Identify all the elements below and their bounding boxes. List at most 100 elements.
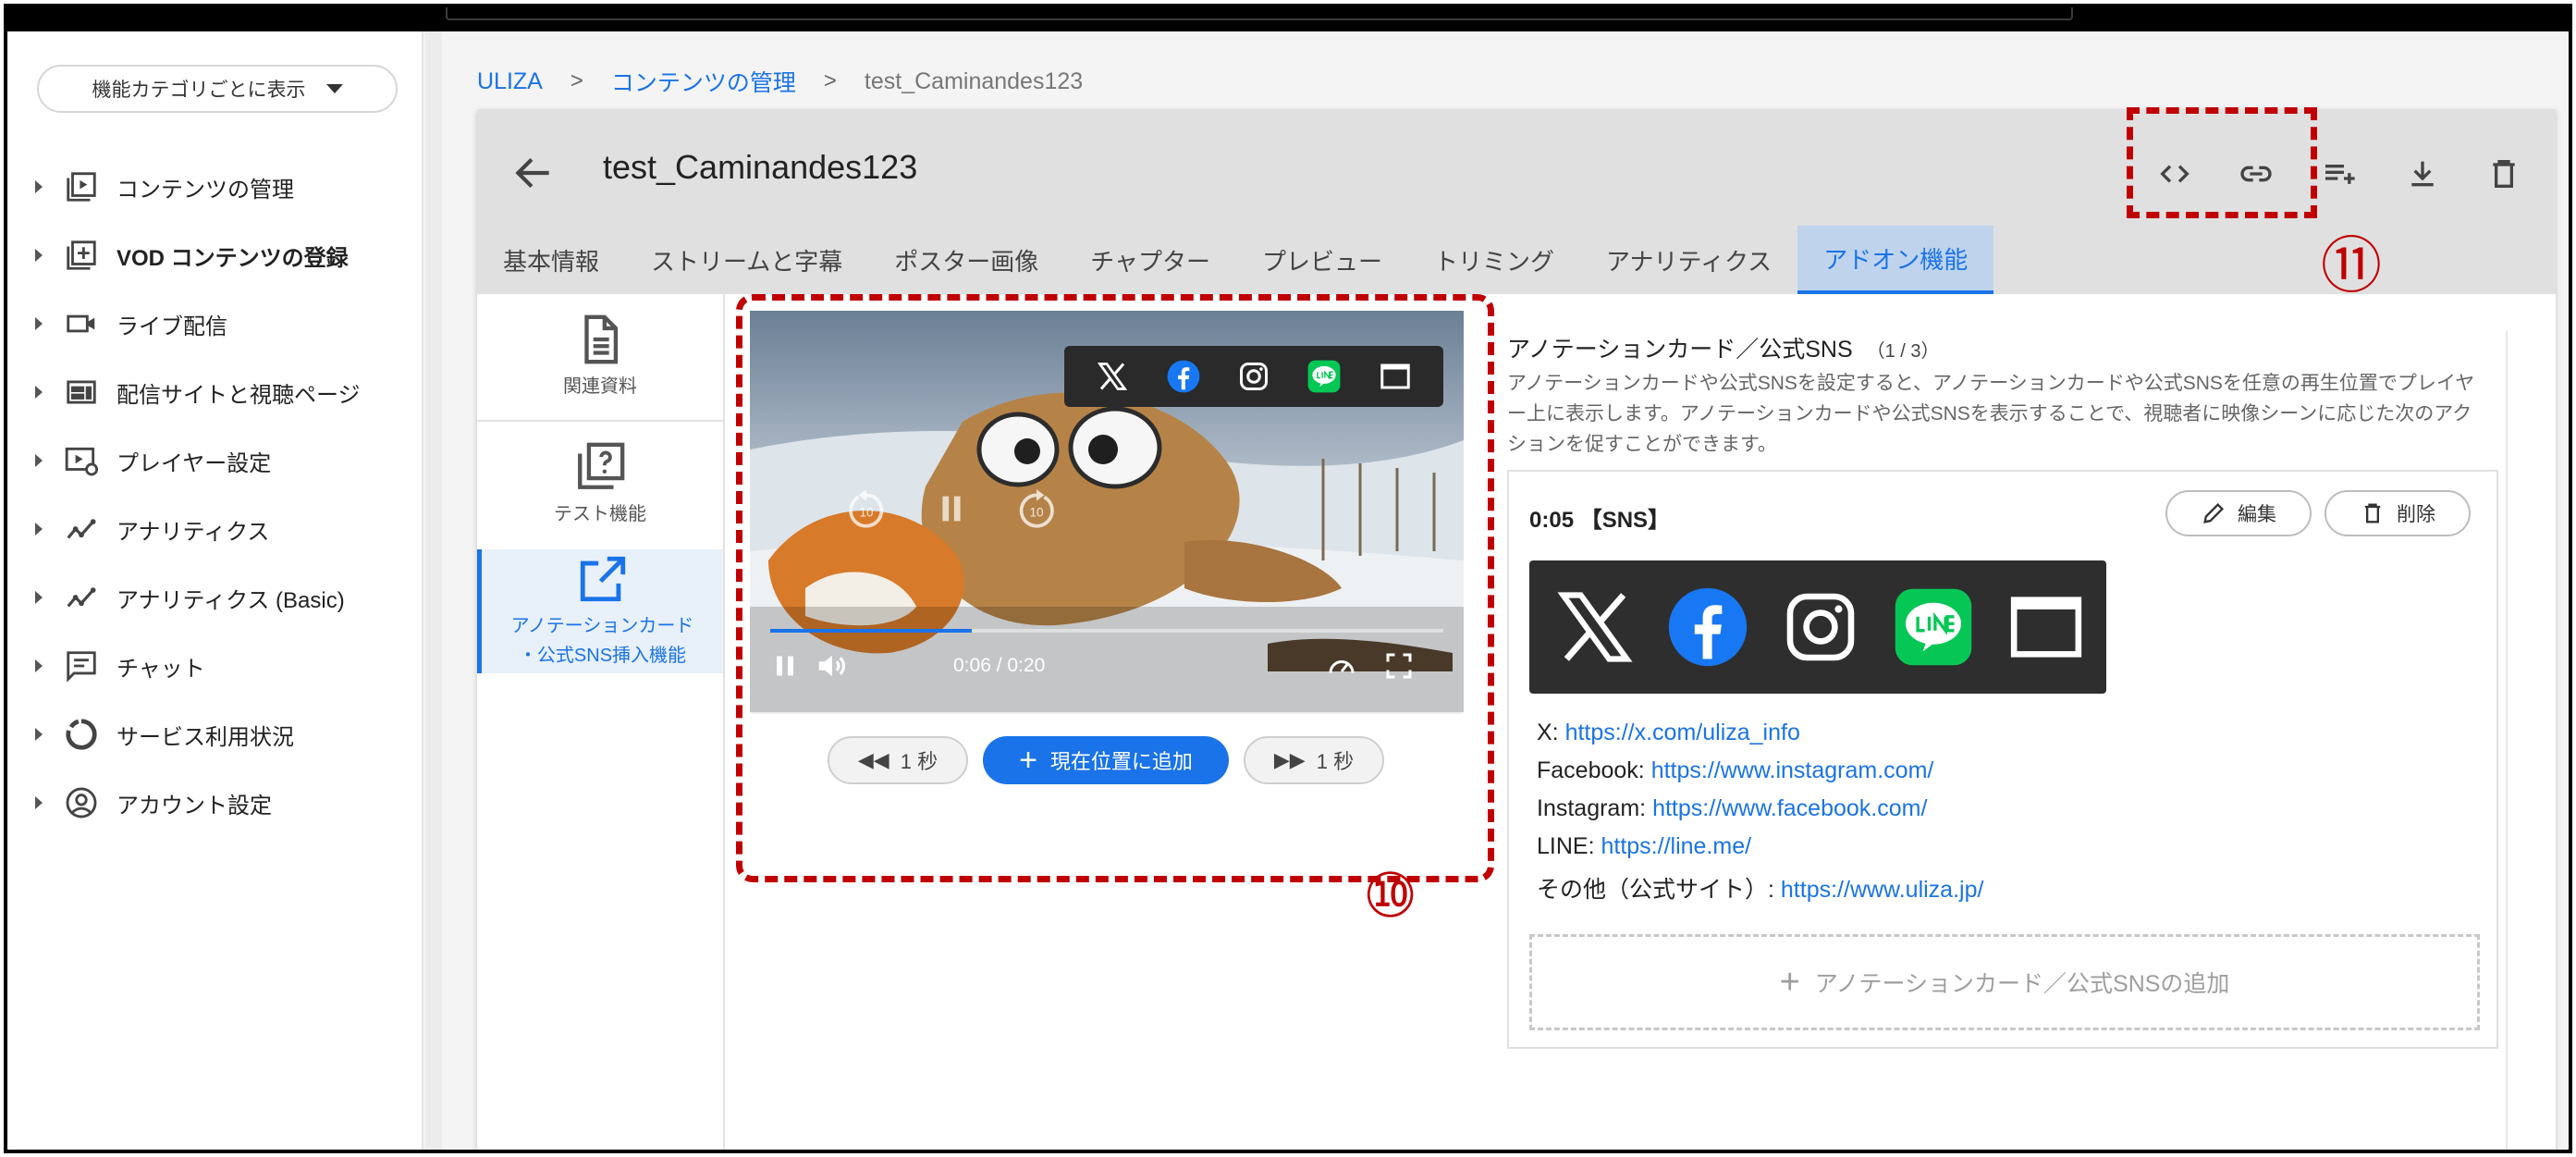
content-card: test_Caminandes123 ⑪ 基本情報 ストリームと字幕 ポスター画…: [477, 107, 2556, 1150]
panel-scrollbar[interactable]: [2506, 331, 2519, 1150]
sns-link-instagram: Instagram: https://www.facebook.com/: [1537, 795, 1927, 822]
player-settings-icon: [63, 442, 100, 479]
sidebar-item-analytics-basic[interactable]: アナリティクス (Basic): [35, 572, 414, 623]
expand-arrow-icon[interactable]: [35, 796, 43, 809]
play-library-icon: [63, 168, 100, 205]
expand-arrow-icon[interactable]: [35, 523, 43, 535]
sidebar-item-usage[interactable]: サービス利用状況: [35, 708, 414, 760]
instagram-icon: [1770, 576, 1871, 678]
content-header: test_Caminandes123 ⑪ 基本情報 ストリームと字幕 ポスター画…: [477, 107, 2556, 301]
category-view-select[interactable]: 機能カテゴリごとに表示: [37, 65, 398, 113]
top-search-field[interactable]: [446, 7, 2073, 20]
expand-arrow-icon[interactable]: [35, 386, 43, 399]
sns-link-url[interactable]: https://x.com/uliza_info: [1565, 720, 1800, 745]
sidebar-item-label: ライブ配信: [117, 314, 227, 339]
addon-test-feature[interactable]: テスト機能: [477, 422, 723, 548]
annotation-count: （1 / 3）: [1866, 341, 1940, 362]
download-icon[interactable]: [2400, 152, 2445, 196]
sns-link-x: X: https://x.com/uliza_info: [1537, 720, 1800, 746]
plus-icon: +: [1779, 962, 1800, 1002]
x-icon: [1544, 576, 1646, 678]
sns-preview-box: [1529, 560, 2106, 694]
sns-link-label: Facebook:: [1537, 757, 1651, 783]
sidebar-item-player-settings[interactable]: プレイヤー設定: [35, 435, 414, 486]
sidebar-item-label: コンテンツの管理: [117, 177, 294, 203]
expand-arrow-icon[interactable]: [35, 728, 43, 741]
category-select-label: 機能カテゴリごとに表示: [92, 80, 306, 101]
trash-icon: [2364, 503, 2381, 523]
sidebar-item-sites[interactable]: 配信サイトと視聴ページ: [35, 366, 414, 418]
addon-item-label: アノテーションカード: [510, 616, 694, 636]
sns-link-label: LINE:: [1537, 833, 1601, 859]
playlist-add-icon[interactable]: [2317, 152, 2361, 196]
callout-box-10: [736, 294, 1494, 882]
add-annotation-label: アノテーションカード／公式SNSの追加: [1814, 971, 2230, 997]
sns-link-label: その他（公式サイト）:: [1537, 877, 1781, 903]
tab-poster-image[interactable]: ポスター画像: [868, 226, 1064, 294]
account-icon: [63, 784, 100, 821]
tab-streams-subtitles[interactable]: ストリームと字幕: [625, 226, 868, 294]
sns-link-label: X:: [1537, 720, 1565, 745]
callout-number-11: ⑪: [2321, 233, 2382, 301]
web-page-icon: [63, 374, 100, 411]
addon-annotation-card[interactable]: アノテーションカード ・公式SNS挿入機能: [477, 549, 723, 673]
usage-donut-icon: [63, 716, 100, 753]
expand-arrow-icon[interactable]: [35, 591, 43, 604]
annotation-title-text: アノテーションカード／公式SNS: [1507, 337, 1853, 363]
callout-box-11: [2127, 107, 2317, 218]
breadcrumb-section-link[interactable]: コンテンツの管理: [611, 65, 796, 98]
tab-basic-info[interactable]: 基本情報: [477, 226, 625, 294]
breadcrumb-separator: >: [570, 68, 583, 93]
expand-arrow-icon[interactable]: [35, 659, 43, 672]
expand-arrow-icon[interactable]: [35, 180, 43, 193]
app-frame: 機能カテゴリごとに表示 コンテンツの管理 VOD コンテンツの登録 ライブ配信: [4, 4, 2572, 1153]
chat-icon: [63, 647, 100, 684]
sns-link-url[interactable]: https://line.me/: [1601, 833, 1751, 859]
sidebar-item-label: チャット: [117, 656, 205, 682]
sidebar-item-chat[interactable]: チャット: [35, 640, 414, 692]
sidebar-item-label: アナリティクス (Basic): [117, 587, 345, 613]
breadcrumb: ULIZA > コンテンツの管理 > test_Caminandes123: [477, 65, 1083, 98]
sns-link-label: Instagram:: [1537, 795, 1653, 821]
delete-icon[interactable]: [2482, 152, 2526, 196]
sidebar-item-analytics[interactable]: アナリティクス: [35, 503, 414, 555]
addon-item-label: 関連資料: [563, 376, 637, 397]
sidebar-item-content-management[interactable]: コンテンツの管理: [35, 161, 414, 213]
sidebar-item-account[interactable]: アカウント設定: [35, 777, 414, 829]
document-icon: [584, 314, 619, 364]
sidebar-divider: [425, 31, 442, 1150]
annotation-card: 0:05 【SNS】 編集 削除 X: https://x.com/uliza_…: [1507, 470, 2498, 1049]
tab-analytics[interactable]: アナリティクス: [1580, 226, 1797, 294]
sns-link-url[interactable]: https://www.uliza.jp/: [1781, 877, 1984, 903]
sns-link-url[interactable]: https://www.instagram.com/: [1651, 757, 1934, 783]
expand-arrow-icon[interactable]: [35, 317, 43, 330]
addon-menu: 関連資料 テスト機能 アノテーションカード ・公式SNS挿入機能: [477, 294, 725, 1150]
sns-link-facebook: Facebook: https://www.instagram.com/: [1537, 757, 1933, 784]
tab-preview[interactable]: プレビュー: [1236, 226, 1408, 294]
back-arrow-icon[interactable]: [510, 150, 557, 196]
edit-button[interactable]: 編集: [2165, 490, 2312, 536]
tab-addons[interactable]: アドオン機能: [1797, 226, 1994, 294]
tab-trimming[interactable]: トリミング: [1408, 226, 1580, 294]
sidebar-item-live[interactable]: ライブ配信: [35, 298, 414, 350]
videocam-icon: [63, 305, 100, 342]
delete-button[interactable]: 削除: [2325, 490, 2471, 536]
sidebar-item-label: 配信サイトと視聴ページ: [117, 382, 361, 408]
facebook-icon: [1657, 576, 1759, 678]
tab-chapters[interactable]: チャプター: [1064, 226, 1236, 294]
analytics-icon: [63, 579, 100, 616]
addon-related-docs[interactable]: 関連資料: [477, 294, 723, 420]
sidebar-item-vod-register[interactable]: VOD コンテンツの登録: [35, 229, 414, 281]
sidebar-item-label: サービス利用状況: [117, 724, 294, 750]
breadcrumb-root-link[interactable]: ULIZA: [477, 68, 543, 95]
page-title: test_Caminandes123: [603, 148, 918, 186]
add-box-icon: [63, 237, 100, 274]
addon-item-label: ・公式SNS挿入機能: [518, 646, 687, 666]
website-icon: [1995, 576, 2097, 678]
add-annotation-button[interactable]: + アノテーションカード／公式SNSの追加: [1529, 934, 2480, 1030]
sns-link-official-site: その他（公式サイト）: https://www.uliza.jp/: [1537, 871, 1983, 905]
sns-link-url[interactable]: https://www.facebook.com/: [1652, 795, 1927, 821]
tab-bar: 基本情報 ストリームと字幕 ポスター画像 チャプター プレビュー トリミング ア…: [477, 226, 1994, 294]
expand-arrow-icon[interactable]: [35, 249, 43, 262]
expand-arrow-icon[interactable]: [35, 454, 43, 467]
